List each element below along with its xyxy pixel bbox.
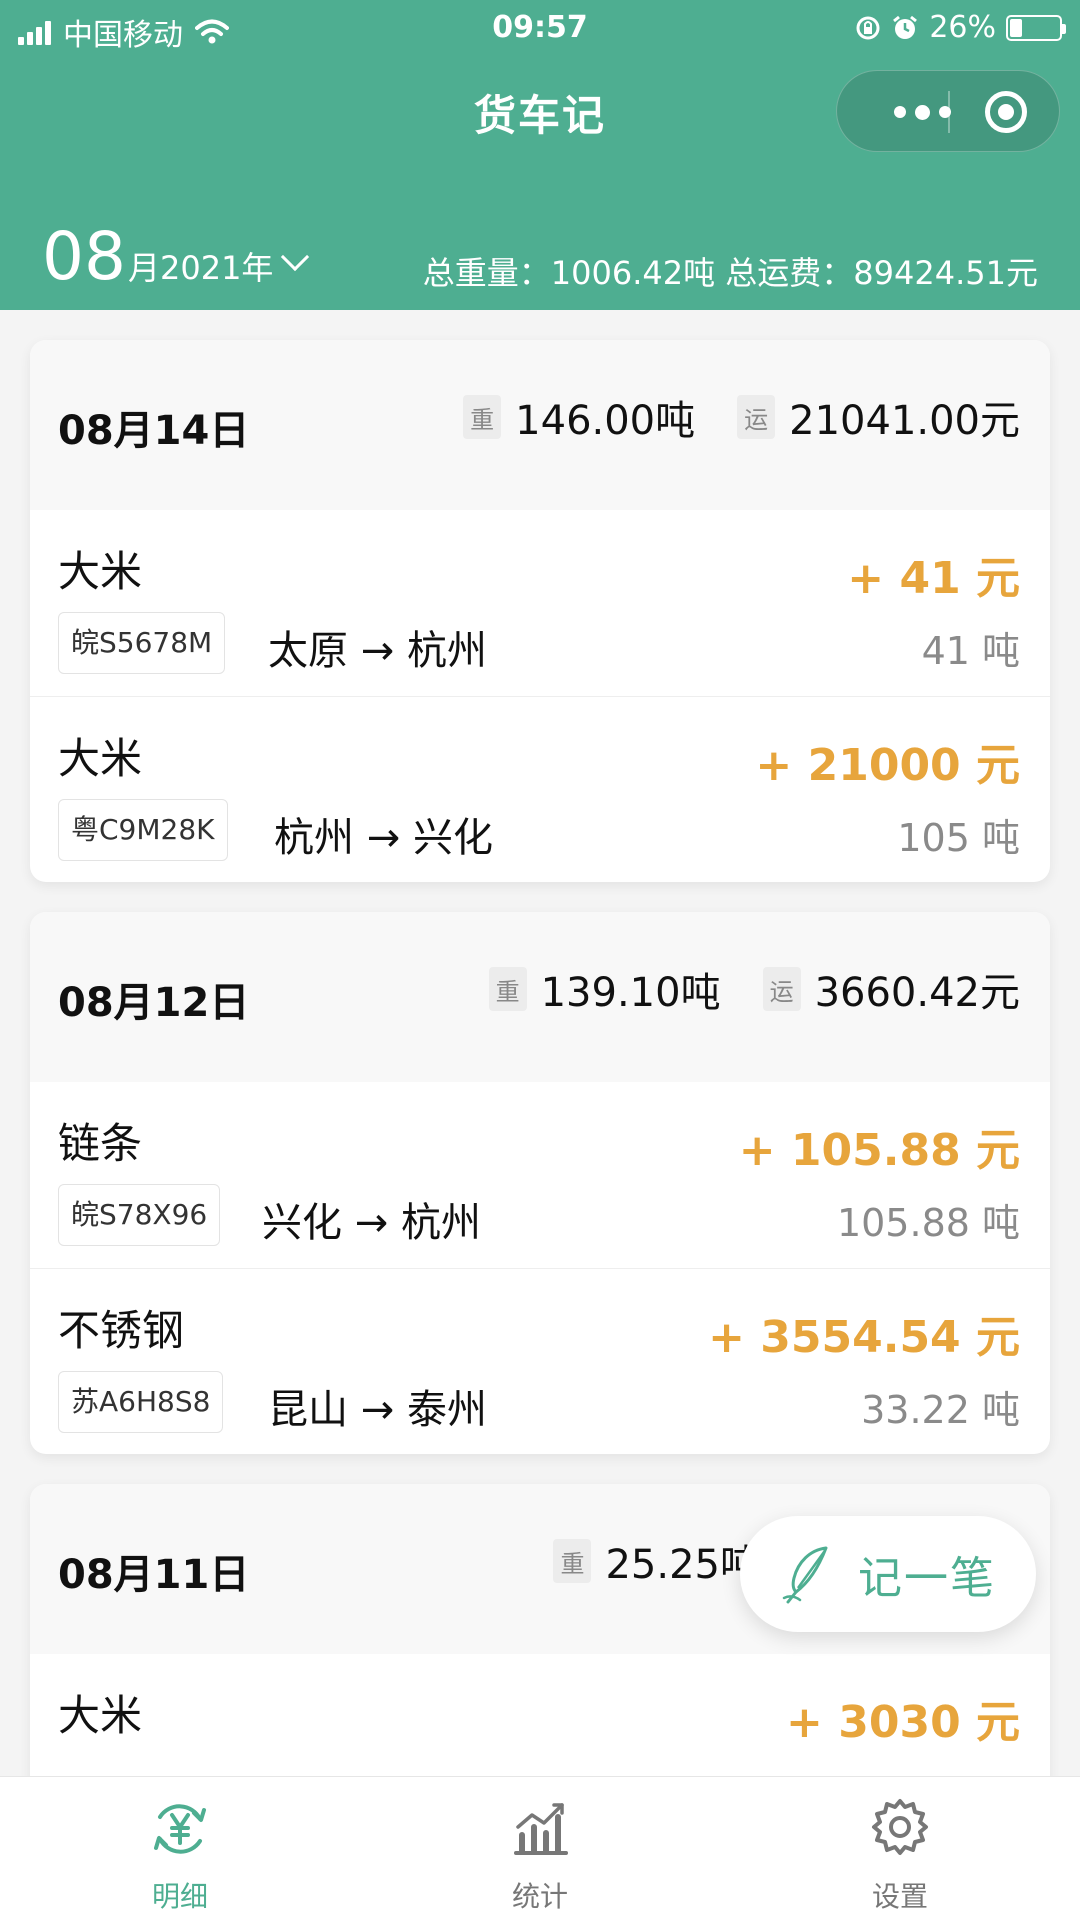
alarm-icon bbox=[893, 15, 918, 39]
capsule-divider bbox=[948, 91, 950, 133]
more-icon[interactable] bbox=[867, 91, 977, 133]
route: 杭州 → 兴化 bbox=[274, 815, 493, 861]
freight-amount: + 105.88 元 bbox=[738, 1125, 1020, 1176]
fee-chip: 运 bbox=[762, 967, 801, 1011]
freight-amount: + 21000 元 bbox=[755, 740, 1020, 791]
cargo-name: 大米 bbox=[58, 547, 143, 596]
day-weight: 146.00吨 bbox=[515, 398, 696, 444]
month-totals: 总重量：1006.42吨 总运费：89424.51元 bbox=[422, 254, 1038, 292]
tab-details[interactable]: 明细 bbox=[0, 1777, 360, 1920]
fee-chip: 运 bbox=[737, 395, 776, 439]
route: 昆山 → 泰州 bbox=[268, 1387, 487, 1433]
weight-chip: 重 bbox=[553, 1539, 592, 1583]
plate-number: 皖S5678M bbox=[58, 612, 226, 674]
day-weight: 139.10吨 bbox=[540, 970, 721, 1016]
plate-number: 粤C9M28K bbox=[58, 799, 228, 861]
plate-number: 皖S78X96 bbox=[58, 1184, 221, 1246]
add-record-button[interactable]: 记一笔 bbox=[740, 1516, 1036, 1632]
month-picker[interactable]: 08 月2021年 bbox=[42, 218, 310, 295]
freight-amount: + 3030 元 bbox=[786, 1697, 1020, 1748]
cargo-weight: 105.88 吨 bbox=[836, 1201, 1020, 1245]
record-item[interactable]: 大米 粤C9M28K 杭州 → 兴化 + 21000 元 105 吨 bbox=[30, 696, 1050, 882]
freight-amount: + 41 元 bbox=[847, 553, 1020, 604]
yuan-refresh-icon bbox=[154, 1804, 206, 1854]
day-date: 08月14日 bbox=[58, 408, 250, 454]
tab-settings[interactable]: 设置 bbox=[720, 1777, 1080, 1920]
header: 中国移动 09:57 26% 货车记 08 月2021年 总重量：1006.42… bbox=[0, 0, 1080, 310]
tab-label: 设置 bbox=[871, 1880, 928, 1913]
quill-icon bbox=[782, 1546, 828, 1604]
weight-chip: 重 bbox=[463, 395, 502, 439]
tab-label: 明细 bbox=[151, 1880, 208, 1913]
day-date: 08月11日 bbox=[58, 1552, 250, 1598]
day-fee: 21041.00元 bbox=[789, 398, 1020, 444]
tab-statistics[interactable]: 统计 bbox=[360, 1777, 720, 1920]
close-circle-icon[interactable] bbox=[985, 91, 1027, 133]
record-item[interactable]: 链条 皖S78X96 兴化 → 杭州 + 105.88 元 105.88 吨 bbox=[30, 1082, 1050, 1268]
day-date: 08月12日 bbox=[58, 980, 250, 1026]
gear-icon bbox=[872, 1799, 928, 1855]
cargo-name: 大米 bbox=[58, 734, 143, 783]
battery-percent: 26% bbox=[929, 10, 996, 45]
day-header: 08月14日 重 146.00吨 运 21041.00元 bbox=[30, 340, 1050, 510]
cargo-name: 链条 bbox=[58, 1119, 143, 1168]
day-fee: 3660.42元 bbox=[814, 970, 1020, 1016]
miniprogram-capsule bbox=[836, 70, 1060, 152]
battery-icon bbox=[1006, 14, 1066, 41]
cargo-weight: 41 吨 bbox=[921, 629, 1020, 673]
chevron-down-icon bbox=[281, 242, 310, 272]
rotation-lock-icon bbox=[856, 16, 880, 39]
bar-chart-icon bbox=[514, 1803, 568, 1855]
tab-label: 统计 bbox=[511, 1880, 568, 1913]
cargo-weight: 33.22 吨 bbox=[861, 1388, 1020, 1432]
day-card: 08月14日 重 146.00吨 运 21041.00元 大米 皖S5678M … bbox=[30, 340, 1050, 882]
status-bar: 中国移动 09:57 26% bbox=[0, 0, 1080, 56]
month-year: 月2021年 bbox=[127, 249, 274, 287]
day-card: 08月12日 重 139.10吨 运 3660.42元 链条 皖S78X96 兴… bbox=[30, 912, 1050, 1454]
route: 兴化 → 杭州 bbox=[262, 1200, 481, 1246]
plate-number: 苏A6H8S8 bbox=[58, 1371, 224, 1433]
month-number: 08 bbox=[42, 218, 126, 295]
route: 太原 → 杭州 bbox=[268, 628, 487, 674]
record-item[interactable]: 不锈钢 苏A6H8S8 昆山 → 泰州 + 3554.54 元 33.22 吨 bbox=[30, 1268, 1050, 1454]
record-item[interactable]: 大米 皖S5678M 太原 → 杭州 + 41 元 41 吨 bbox=[30, 510, 1050, 696]
day-header: 08月12日 重 139.10吨 运 3660.42元 bbox=[30, 912, 1050, 1082]
cargo-name: 大米 bbox=[58, 1691, 143, 1740]
weight-chip: 重 bbox=[488, 967, 527, 1011]
freight-amount: + 3554.54 元 bbox=[708, 1312, 1020, 1363]
cargo-weight: 105 吨 bbox=[897, 816, 1020, 860]
day-weight: 25.25吨 bbox=[605, 1542, 760, 1588]
bottom-tab-bar: 明细 统计 设置 bbox=[0, 1776, 1080, 1920]
add-record-label: 记一笔 bbox=[858, 1553, 996, 1604]
cargo-name: 不锈钢 bbox=[58, 1306, 185, 1355]
